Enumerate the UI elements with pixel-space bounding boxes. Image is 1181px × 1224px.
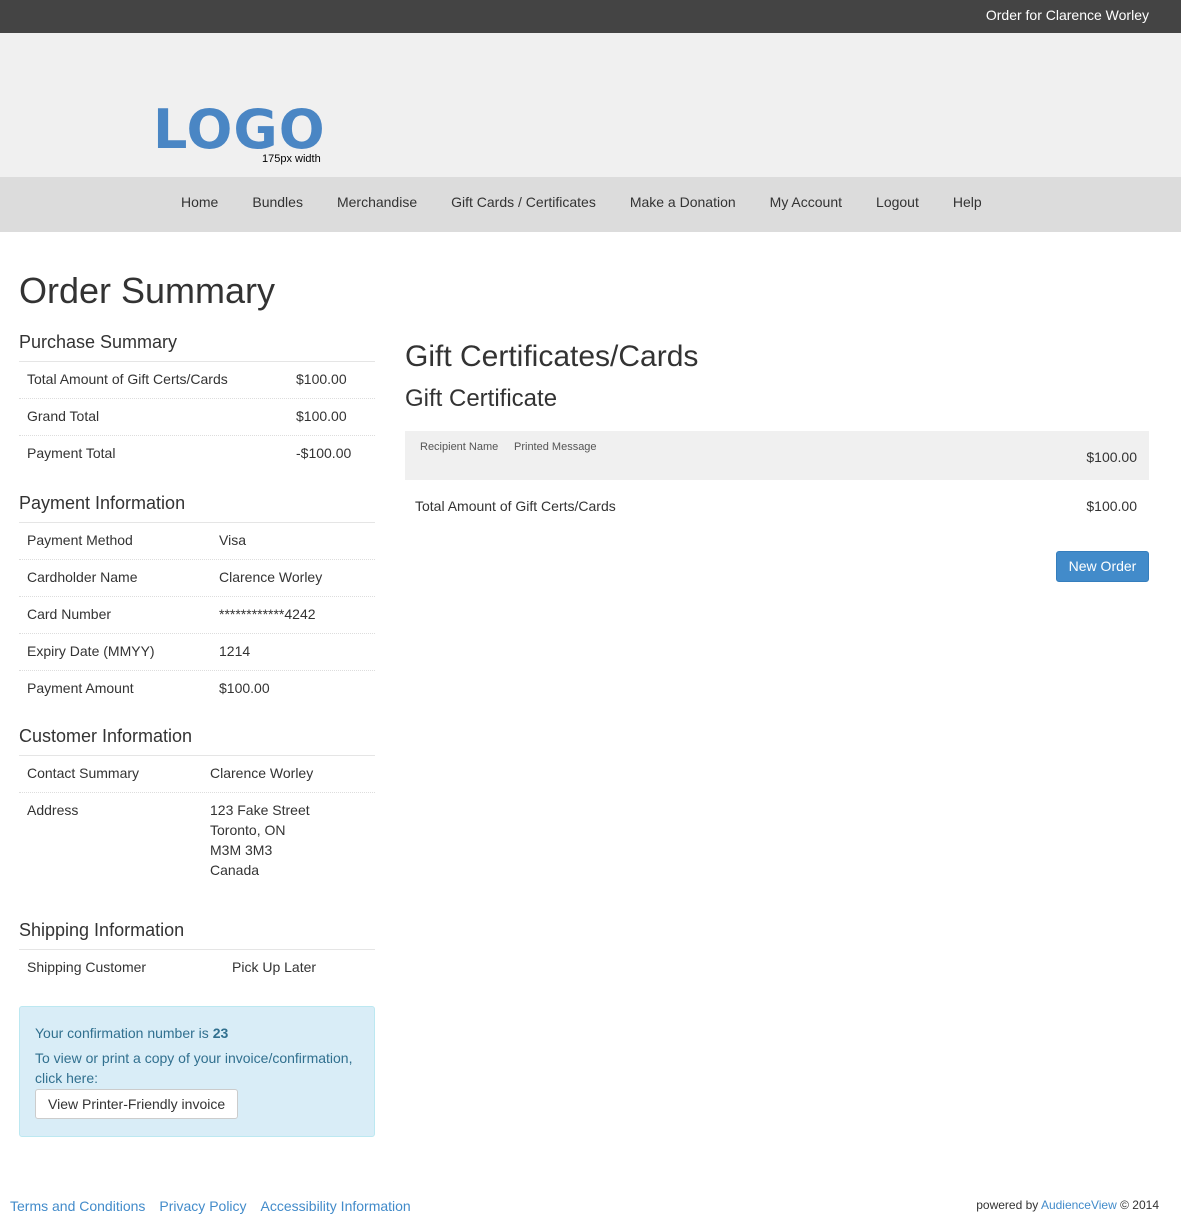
terms-link[interactable]: Terms and Conditions <box>10 1198 145 1214</box>
row-value: $100.00 <box>219 680 270 696</box>
table-row: Contact Summary Clarence Worley <box>19 756 375 793</box>
row-value: Visa <box>219 532 246 548</box>
row-value: Clarence Worley <box>210 765 314 781</box>
payment-info-title: Payment Information <box>19 493 375 523</box>
table-row: Expiry Date (MMYY) 1214 <box>19 634 375 671</box>
gift-total-row: Total Amount of Gift Certs/Cards $100.00 <box>405 481 1149 531</box>
table-row: Payment Total -$100.00 <box>19 436 375 473</box>
row-label: Contact Summary <box>27 765 140 781</box>
row-value: Clarence Worley <box>219 569 323 585</box>
new-order-button[interactable]: New Order <box>1056 551 1149 582</box>
logo-caption: 175px width <box>262 153 321 165</box>
confirmation-instructions: To view or print a copy of your invoice/… <box>35 1050 353 1086</box>
nav-make-donation[interactable]: Make a Donation <box>613 177 753 228</box>
accessibility-link[interactable]: Accessibility Information <box>261 1198 411 1214</box>
gift-section-title: Gift Certificates/Cards <box>405 340 699 373</box>
table-row: Cardholder Name Clarence Worley <box>19 560 375 597</box>
nav-logout[interactable]: Logout <box>859 177 936 228</box>
confirmation-line: Your confirmation number is 23 <box>35 1023 359 1043</box>
main-nav: Home Bundles Merchandise Gift Cards / Ce… <box>0 177 1181 232</box>
gift-section-subtitle: Gift Certificate <box>405 385 558 412</box>
table-row: Address 123 Fake Street Toronto, ON M3M … <box>19 793 375 888</box>
row-label: Card Number <box>27 606 112 622</box>
nav-merchandise[interactable]: Merchandise <box>320 177 434 228</box>
footer-links: Terms and Conditions Privacy Policy Acce… <box>10 1198 425 1214</box>
table-row: Grand Total $100.00 <box>19 399 375 436</box>
page-title: Order Summary <box>19 270 276 311</box>
nav-gift-cards[interactable]: Gift Cards / Certificates <box>434 177 613 228</box>
row-label: Shipping Customer <box>27 959 147 975</box>
row-label: Payment Total <box>27 445 116 461</box>
row-value: 1214 <box>219 643 251 659</box>
purchase-summary-title: Purchase Summary <box>19 332 375 362</box>
address-line: M3M 3M3 <box>210 842 273 858</box>
gift-total-value: $100.00 <box>1086 498 1137 514</box>
nav-bundles[interactable]: Bundles <box>235 177 320 228</box>
table-row: Card Number ************4242 <box>19 597 375 634</box>
gift-item-row: Recipient Name Printed Message $100.00 <box>405 431 1149 480</box>
address-line: 123 Fake Street <box>210 802 310 818</box>
row-label: Cardholder Name <box>27 569 138 585</box>
row-label: Total Amount of Gift Certs/Cards <box>27 371 228 387</box>
privacy-link[interactable]: Privacy Policy <box>159 1198 246 1214</box>
row-label: Payment Amount <box>27 680 134 696</box>
site-header: LOGO 175px width <box>0 33 1181 177</box>
powered-by: powered by AudienceView © 2014 <box>976 1198 1159 1212</box>
nav-my-account[interactable]: My Account <box>753 177 859 228</box>
payment-info-section: Payment Information Payment Method Visa … <box>19 493 375 708</box>
audienceview-link[interactable]: AudienceView <box>1041 1198 1117 1212</box>
row-value: $100.00 <box>296 371 347 387</box>
row-value: -$100.00 <box>296 445 352 461</box>
confirmation-box: Your confirmation number is 23 To view o… <box>19 1006 375 1137</box>
confirmation-prefix: Your confirmation number is <box>35 1025 213 1041</box>
row-value: $100.00 <box>296 408 347 424</box>
site-logo[interactable]: LOGO <box>153 103 326 157</box>
gift-item-amount: $100.00 <box>1086 449 1137 465</box>
powered-prefix: powered by <box>976 1198 1041 1212</box>
row-label: Expiry Date (MMYY) <box>27 643 155 659</box>
address-block: 123 Fake Street Toronto, ON M3M 3M3 Cana… <box>210 800 310 880</box>
recipient-name-label: Recipient Name <box>420 441 499 453</box>
confirmation-number: 23 <box>212 1025 229 1041</box>
top-bar: Order for Clarence Worley <box>0 0 1181 33</box>
gift-total-label: Total Amount of Gift Certs/Cards <box>415 498 616 514</box>
printed-message-label: Printed Message <box>514 441 597 453</box>
customer-info-title: Customer Information <box>19 726 375 756</box>
printer-friendly-invoice-button[interactable]: View Printer-Friendly invoice <box>35 1089 239 1119</box>
order-for-label: Order for Clarence Worley <box>985 7 1149 23</box>
row-label: Grand Total <box>27 408 100 424</box>
nav-help[interactable]: Help <box>936 177 999 228</box>
shipping-info-title: Shipping Information <box>19 920 375 950</box>
row-value: ************4242 <box>219 606 316 622</box>
address-line: Toronto, ON <box>210 822 286 838</box>
row-label: Payment Method <box>27 532 133 548</box>
table-row: Shipping Customer Pick Up Later <box>19 950 375 987</box>
table-row: Payment Amount $100.00 <box>19 671 375 708</box>
row-value: Pick Up Later <box>232 959 317 975</box>
powered-suffix: © 2014 <box>1116 1198 1159 1212</box>
table-row: Total Amount of Gift Certs/Cards $100.00 <box>19 362 375 399</box>
table-row: Payment Method Visa <box>19 523 375 560</box>
shipping-info-section: Shipping Information Shipping Customer P… <box>19 920 375 987</box>
nav-home[interactable]: Home <box>164 177 235 228</box>
customer-info-section: Customer Information Contact Summary Cla… <box>19 726 375 888</box>
row-label: Address <box>27 802 79 818</box>
address-line: Canada <box>210 862 260 878</box>
purchase-summary-section: Purchase Summary Total Amount of Gift Ce… <box>19 332 375 473</box>
